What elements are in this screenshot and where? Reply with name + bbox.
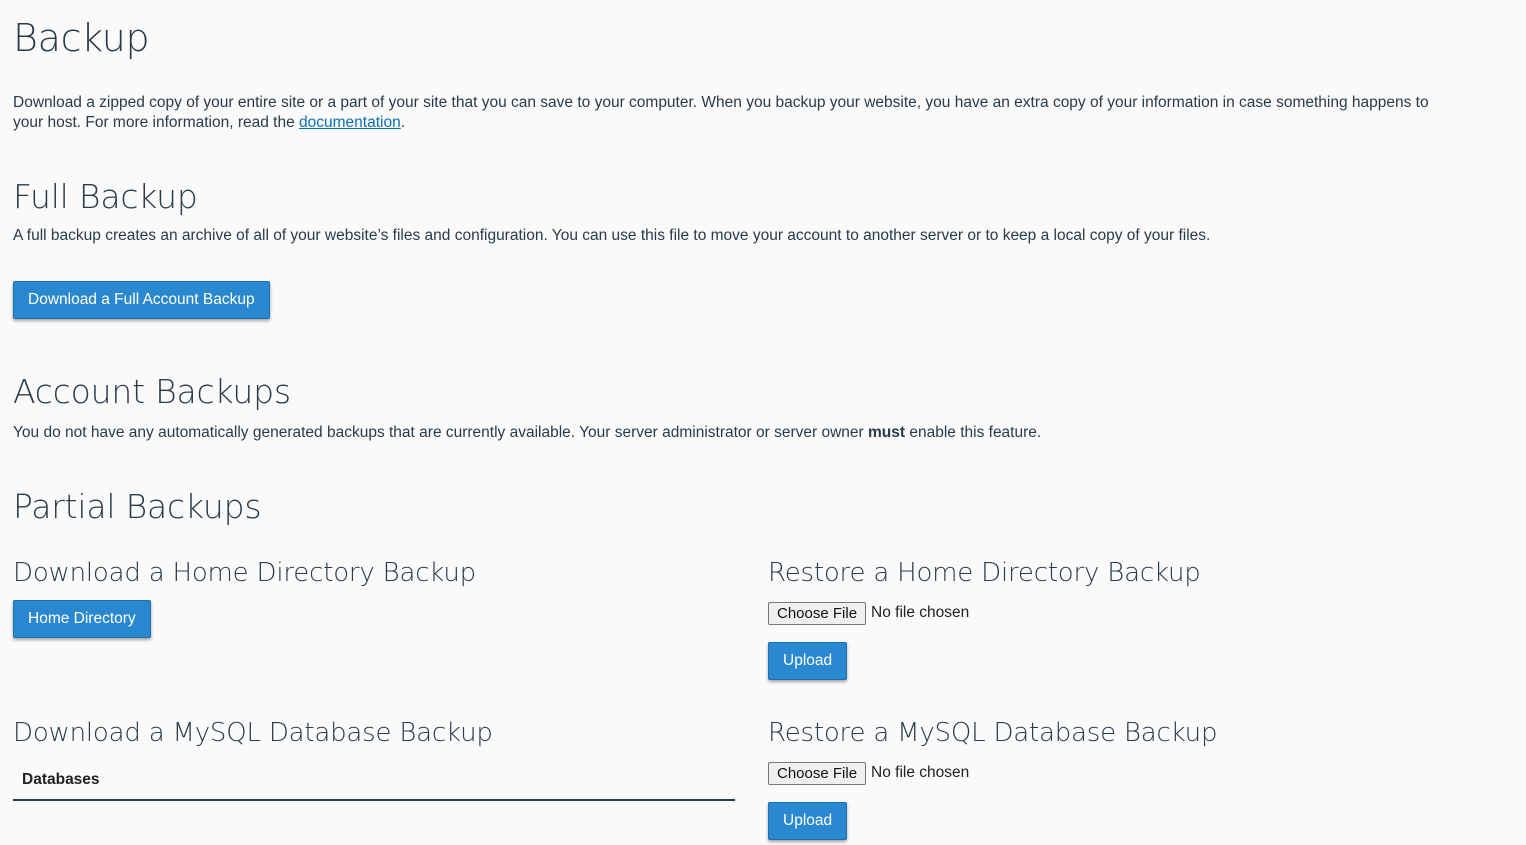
- mysql-upload-button[interactable]: Upload: [768, 802, 848, 840]
- documentation-link[interactable]: documentation: [299, 114, 401, 131]
- home-choose-file-button[interactable]: Choose File: [768, 601, 867, 625]
- intro-text-body: Download a zipped copy of your entire si…: [13, 94, 1429, 131]
- account-backups-message-end: enable this feature.: [905, 424, 1042, 441]
- mysql-restore-file-input[interactable]: Choose File No file chosen: [768, 761, 969, 785]
- home-restore-file-input[interactable]: Choose File No file chosen: [768, 601, 969, 625]
- partial-backups-heading: Partial Backups: [13, 487, 262, 526]
- intro-text-end: .: [400, 114, 406, 131]
- full-backup-heading: Full Backup: [13, 177, 198, 216]
- download-full-backup-button[interactable]: Download a Full Account Backup: [13, 281, 270, 319]
- mysql-choose-file-button[interactable]: Choose File: [768, 761, 867, 785]
- full-backup-description: A full backup creates an archive of all …: [13, 227, 1211, 244]
- mysql-download-heading: Download a MySQL Database Backup: [13, 718, 493, 748]
- home-upload-button[interactable]: Upload: [768, 642, 848, 680]
- databases-column-header[interactable]: Databases: [22, 771, 100, 789]
- mysql-restore-heading: Restore a MySQL Database Backup: [768, 718, 1218, 748]
- account-backups-heading: Account Backups: [13, 372, 291, 411]
- databases-table-header: Databases: [13, 768, 735, 801]
- account-backups-message-text: You do not have any automatically genera…: [13, 424, 868, 441]
- home-download-heading: Download a Home Directory Backup: [13, 558, 476, 588]
- intro-text: Download a zipped copy of your entire si…: [13, 93, 1453, 133]
- mysql-file-status: No file chosen: [871, 764, 970, 781]
- home-directory-button[interactable]: Home Directory: [13, 600, 151, 638]
- home-restore-heading: Restore a Home Directory Backup: [768, 558, 1201, 588]
- page-title: Backup: [13, 16, 150, 60]
- account-backups-message: You do not have any automatically genera…: [13, 423, 1041, 443]
- account-backups-message-bold: must: [868, 424, 906, 441]
- home-file-status: No file chosen: [871, 604, 970, 621]
